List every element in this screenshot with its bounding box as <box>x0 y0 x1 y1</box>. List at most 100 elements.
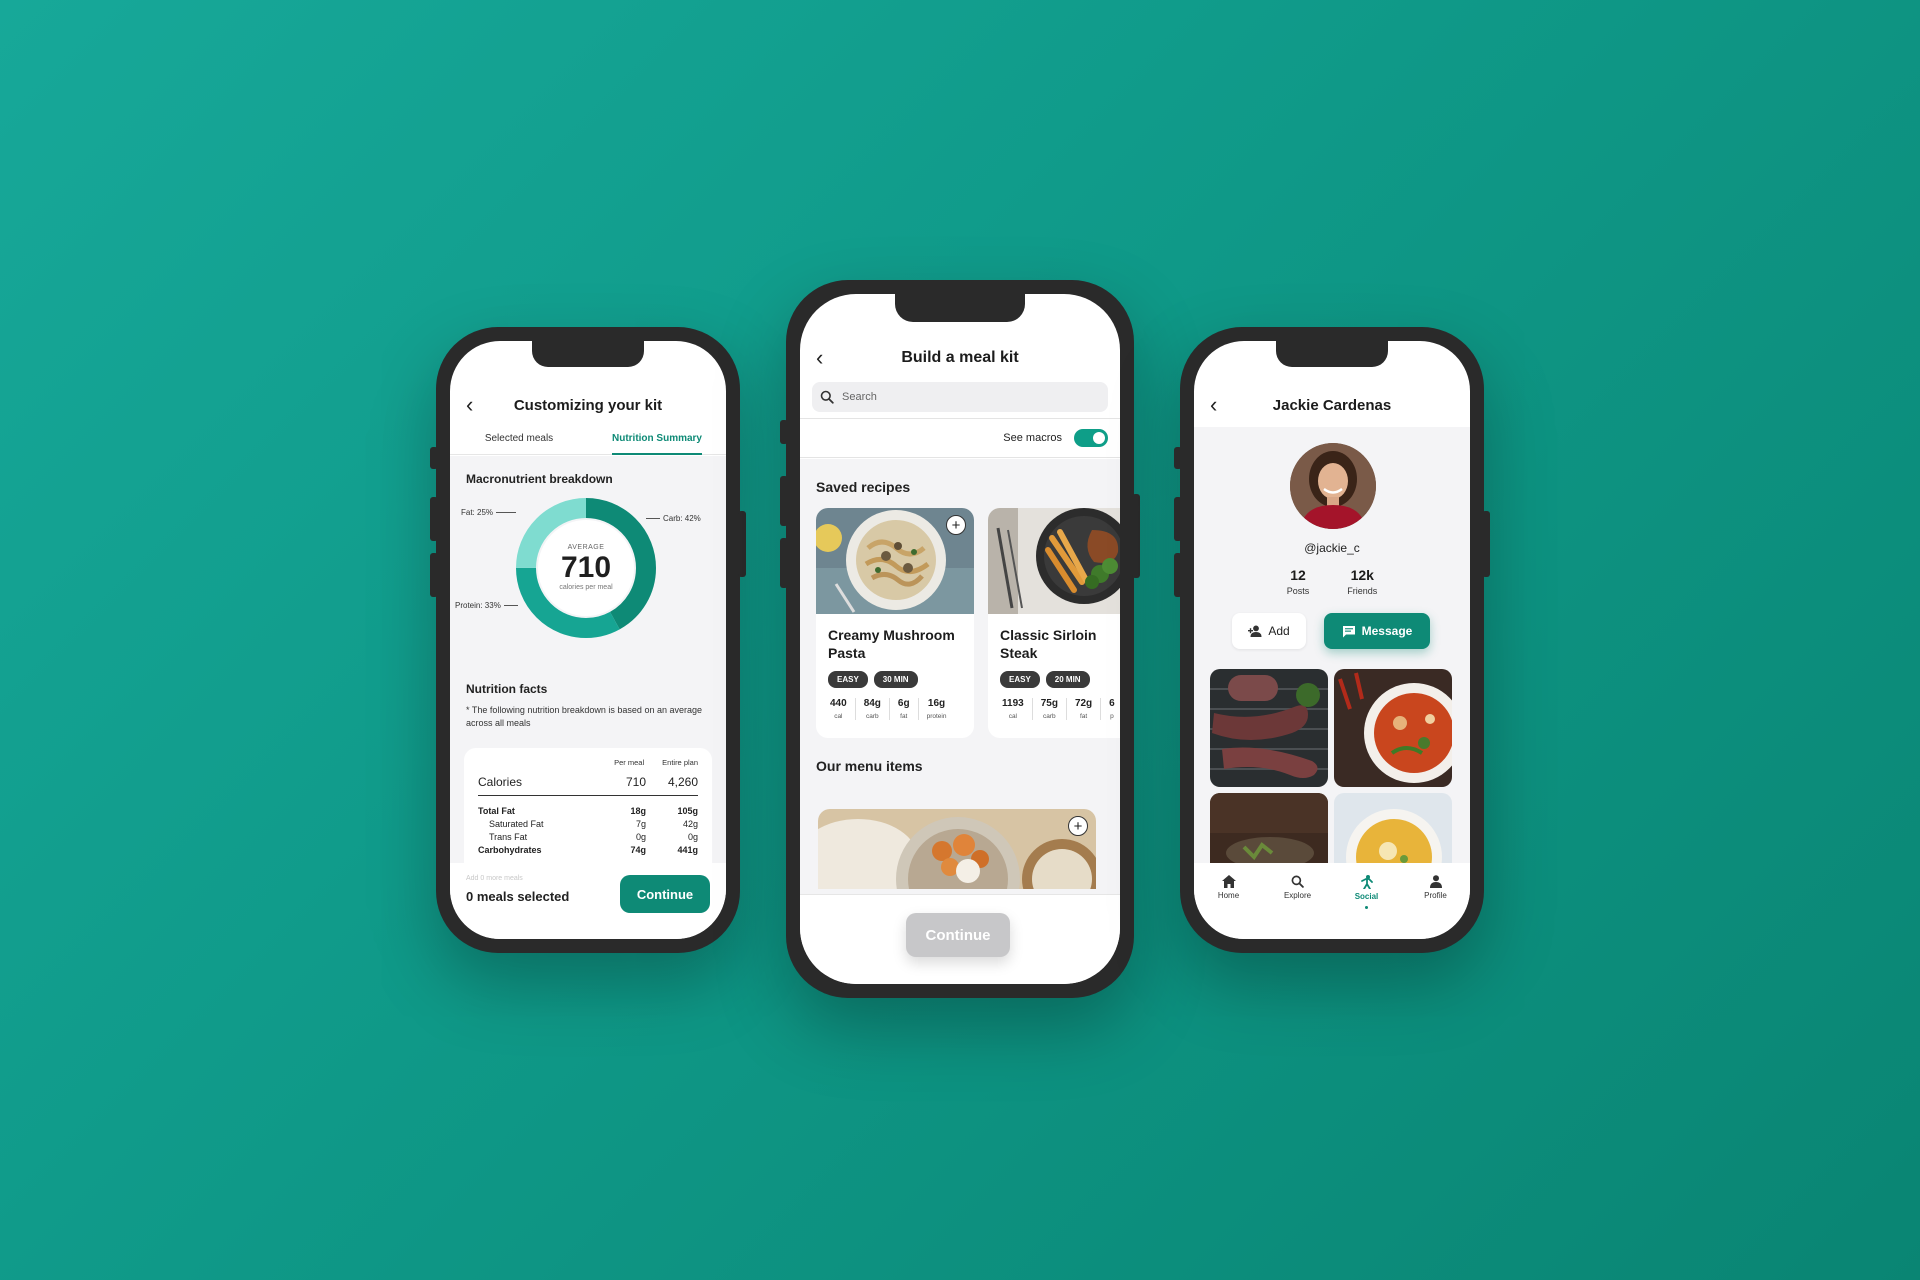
back-chevron-icon[interactable]: ‹ <box>816 347 823 369</box>
difficulty-chip: EASY <box>828 671 868 689</box>
nutrition-facts-title: Nutrition facts <box>466 682 548 696</box>
pasta-image: + <box>816 508 974 614</box>
header: ‹ Build a meal kit <box>800 346 1120 370</box>
time-chip: 20 MIN <box>1045 671 1090 689</box>
tab-social[interactable]: Social <box>1332 875 1401 939</box>
photo-grid-item[interactable] <box>1334 793 1452 863</box>
recipe-card-mushroom-pasta[interactable]: + Creamy Mushroom Pasta EASY 30 MIN 440 c… <box>816 508 974 738</box>
search-input[interactable]: Search <box>812 382 1108 412</box>
tab-profile[interactable]: Profile <box>1401 875 1470 939</box>
calories-row: Calories 710 4,260 <box>478 775 698 796</box>
saved-recipes-title: Saved recipes <box>816 479 911 495</box>
search-icon <box>1291 875 1304 888</box>
macro-cal: 1193 cal <box>1002 698 1024 721</box>
macro-breakdown-title: Macronutrient breakdown <box>466 472 613 486</box>
continue-button-disabled[interactable]: Continue <box>906 913 1010 957</box>
message-icon <box>1342 625 1355 637</box>
tab-explore[interactable]: Explore <box>1263 875 1332 939</box>
selection-footer: Add 0 more meals 0 meals selected Contin… <box>450 863 726 939</box>
menu-item-card[interactable]: + <box>818 809 1096 889</box>
notch <box>532 341 644 367</box>
social-icon <box>1360 875 1373 889</box>
soup-bowl-photo <box>1334 669 1452 787</box>
macro-fat: 6g fat <box>888 698 918 721</box>
macro-cal: 440 cal <box>830 698 847 721</box>
donut-value: 710 <box>560 550 612 584</box>
message-button[interactable]: Message <box>1324 613 1430 649</box>
phone-profile: ‹ Jackie Cardenas @jackie_c 12 Posts 12k… <box>1174 327 1490 953</box>
table-row: Total Fat 18g 105g <box>478 806 698 816</box>
recipe-macros: 1193 cal 75g carb 72g fat 6p <box>998 698 1120 721</box>
recipe-macros: 440 cal 84g carb 6g fat 16g protein <box>826 698 974 721</box>
dark-dish-photo <box>1210 793 1328 863</box>
bottom-tab-bar: Home Explore Social Profile <box>1194 863 1470 939</box>
macro-carb: 75g carb <box>1031 698 1066 721</box>
table-row: Saturated Fat 7g 42g <box>489 819 698 829</box>
friends-stat[interactable]: 12k Friends <box>1347 567 1377 596</box>
donut-top-label: AVERAGE <box>567 543 605 551</box>
tab-nutrition-summary[interactable]: Nutrition Summary <box>588 423 726 455</box>
see-macros-toggle[interactable] <box>1074 429 1108 447</box>
grill-sausages-photo <box>1210 669 1328 787</box>
recipe-chips: EASY 30 MIN <box>828 671 962 689</box>
screen: ‹ Jackie Cardenas @jackie_c 12 Posts 12k… <box>1194 341 1470 939</box>
table-row: Trans Fat 0g 0g <box>489 832 698 842</box>
screen: ‹ Build a meal kit Search See macros Sav… <box>800 294 1120 984</box>
meals-selected-count: 0 meals selected <box>466 889 570 904</box>
tab-selected-meals[interactable]: Selected meals <box>450 423 588 454</box>
search-placeholder: Search <box>842 391 877 403</box>
add-person-icon <box>1248 625 1262 637</box>
avatar <box>1290 443 1376 529</box>
avatar-photo <box>1290 443 1376 529</box>
add-friend-button[interactable]: Add <box>1232 613 1306 649</box>
donut-sub-label: calories per meal <box>559 583 613 591</box>
recipe-card-sirloin-steak[interactable]: Classic Sirloin Steak EASY 20 MIN 1193 ca… <box>988 508 1120 738</box>
recipe-chips: EASY 20 MIN <box>1000 671 1120 689</box>
steak-photo <box>988 508 1120 614</box>
nutrition-note: * The following nutrition breakdown is b… <box>466 705 702 729</box>
recipes-panel: Saved recipes + Creamy Mushroom Pasta EA… <box>800 459 1120 894</box>
nutrition-table: Per meal Entire plan Calories 710 4,260 … <box>464 748 712 863</box>
menu-item-photo <box>818 809 1096 889</box>
photo-grid-item[interactable] <box>1210 669 1328 787</box>
macro-carb: 84g carb <box>854 698 889 721</box>
see-macros-row: See macros <box>800 418 1120 458</box>
add-menu-item-plus-icon[interactable]: + <box>1068 816 1088 836</box>
back-chevron-icon[interactable]: ‹ <box>1210 394 1217 416</box>
see-macros-label: See macros <box>1003 432 1062 444</box>
home-icon <box>1221 875 1236 888</box>
tab-home[interactable]: Home <box>1194 875 1263 939</box>
page-title: Build a meal kit <box>901 349 1019 366</box>
header: ‹ Jackie Cardenas <box>1194 393 1470 417</box>
profile-handle: @jackie_c <box>1304 541 1360 555</box>
recipe-name: Classic Sirloin Steak <box>1000 627 1097 662</box>
yellow-soup-photo <box>1334 793 1452 863</box>
posts-stat[interactable]: 12 Posts <box>1287 567 1310 596</box>
page-title: Customizing your kit <box>513 396 663 414</box>
profile-panel: @jackie_c 12 Posts 12k Friends Add Messa… <box>1194 427 1470 863</box>
carb-label: Carb: 42% <box>646 514 701 523</box>
donut-center: AVERAGE 710 calories per meal <box>512 494 660 642</box>
tab-bar: Selected meals Nutrition Summary <box>450 423 726 455</box>
notch <box>895 294 1025 322</box>
continue-button[interactable]: Continue <box>620 875 710 913</box>
time-chip: 30 MIN <box>873 671 918 689</box>
macro-protein: 16g protein <box>917 698 955 721</box>
steak-image <box>988 508 1120 614</box>
protein-label: Protein: 33% <box>455 601 518 610</box>
table-row: Carbohydrates 74g 441g <box>478 845 698 855</box>
phone-build-meal-kit: ‹ Build a meal kit Search See macros Sav… <box>780 280 1140 998</box>
difficulty-chip: EASY <box>1000 671 1040 689</box>
table-header: Per meal Entire plan <box>614 758 698 767</box>
add-recipe-plus-icon[interactable]: + <box>946 515 966 535</box>
photo-grid-item[interactable] <box>1334 669 1452 787</box>
fat-label: Fat: 25% <box>461 508 517 517</box>
active-tab-indicator <box>1365 906 1368 909</box>
photo-grid-item[interactable] <box>1210 793 1328 863</box>
nutrition-summary-panel: Macronutrient breakdown AVERAGE 710 calo… <box>450 456 726 863</box>
phone-customizing-kit: ‹ Customizing your kit Selected meals Nu… <box>430 327 746 953</box>
continue-footer: Continue <box>800 894 1120 984</box>
profile-stats: 12 Posts 12k Friends <box>1194 567 1470 596</box>
back-chevron-icon[interactable]: ‹ <box>466 394 473 416</box>
menu-items-title: Our menu items <box>816 758 923 774</box>
